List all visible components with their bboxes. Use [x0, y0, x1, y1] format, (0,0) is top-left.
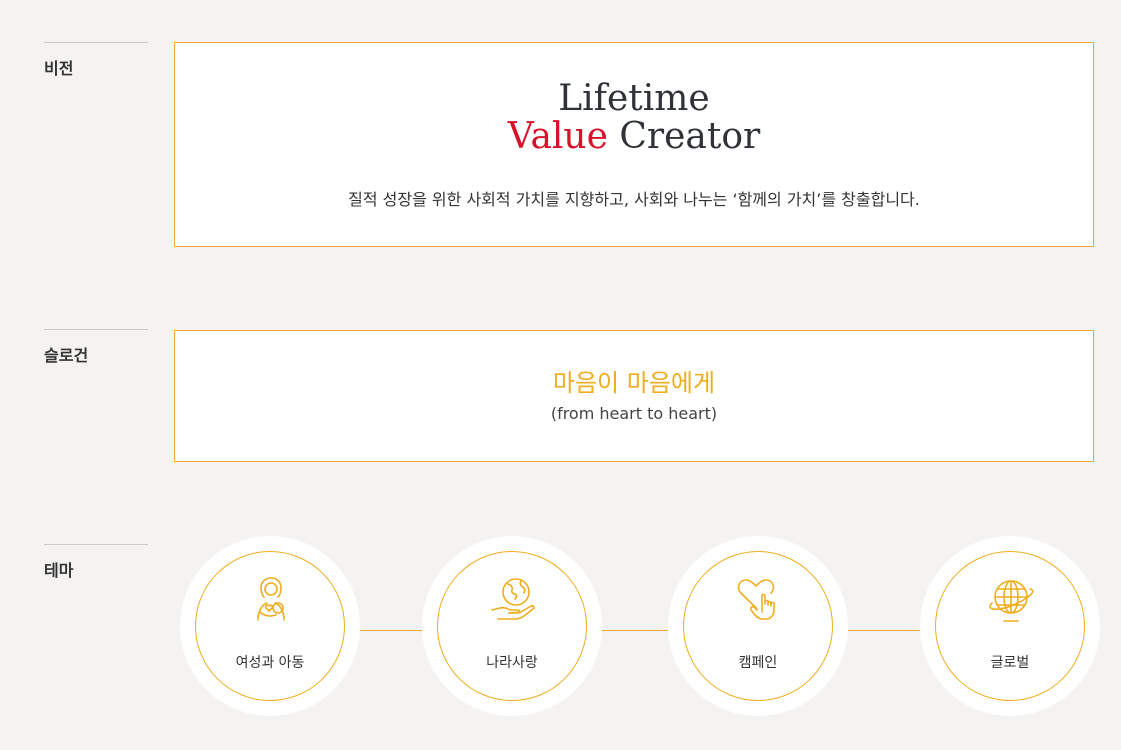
theme-label: 나라사랑: [486, 655, 538, 671]
vision-box: Lifetime Value Creator 질적 성장을 위한 사회적 가치를…: [174, 42, 1094, 247]
vision-title-accent: Value: [507, 116, 608, 157]
globe-hand-icon: [491, 578, 535, 620]
theme-item-campaign[interactable]: 캠페인: [668, 536, 848, 716]
theme-item-women-children[interactable]: 여성과 아동: [180, 536, 360, 716]
slogan-main: 마음이 마음에게: [552, 369, 716, 397]
theme-label: 여성과 아동: [235, 655, 305, 671]
heart-hand-icon: [737, 579, 775, 620]
section-label-slogan: 슬로건: [44, 329, 148, 366]
theme-item-patriotism[interactable]: 나라사랑: [422, 536, 602, 716]
slogan-box: 마음이 마음에게 (from heart to heart): [174, 330, 1094, 462]
theme-item-global[interactable]: 글로벌: [920, 536, 1100, 716]
vision-title: Lifetime Value Creator: [175, 80, 1093, 156]
theme-circle: 여성과 아동: [195, 551, 345, 701]
vision-title-line1: Lifetime: [558, 78, 710, 119]
section-label-theme: 테마: [44, 544, 148, 581]
vision-title-line2: Value Creator: [175, 118, 1093, 156]
slogan-sub: (from heart to heart): [550, 404, 718, 423]
theme-circle: 나라사랑: [437, 551, 587, 701]
theme-track: 여성과 아동 나라사랑 캠페인 글로벌: [176, 536, 1100, 726]
theme-circle: 캠페인: [683, 551, 833, 701]
mother-child-icon: [257, 577, 285, 621]
content-panel: 비전 Lifetime Value Creator 질적 성장을 위한 사회적 …: [8, 6, 1113, 744]
theme-circle: 글로벌: [935, 551, 1085, 701]
vision-title-rest: Creator: [607, 116, 761, 157]
theme-label: 캠페인: [738, 655, 778, 671]
section-label-vision: 비전: [44, 42, 148, 79]
theme-label: 글로벌: [990, 655, 1030, 671]
vision-description: 질적 성장을 위한 사회적 가치를 지향하고, 사회와 나누는 ‘함께의 가치’…: [348, 190, 920, 209]
globe-orbit-icon: [989, 580, 1034, 622]
